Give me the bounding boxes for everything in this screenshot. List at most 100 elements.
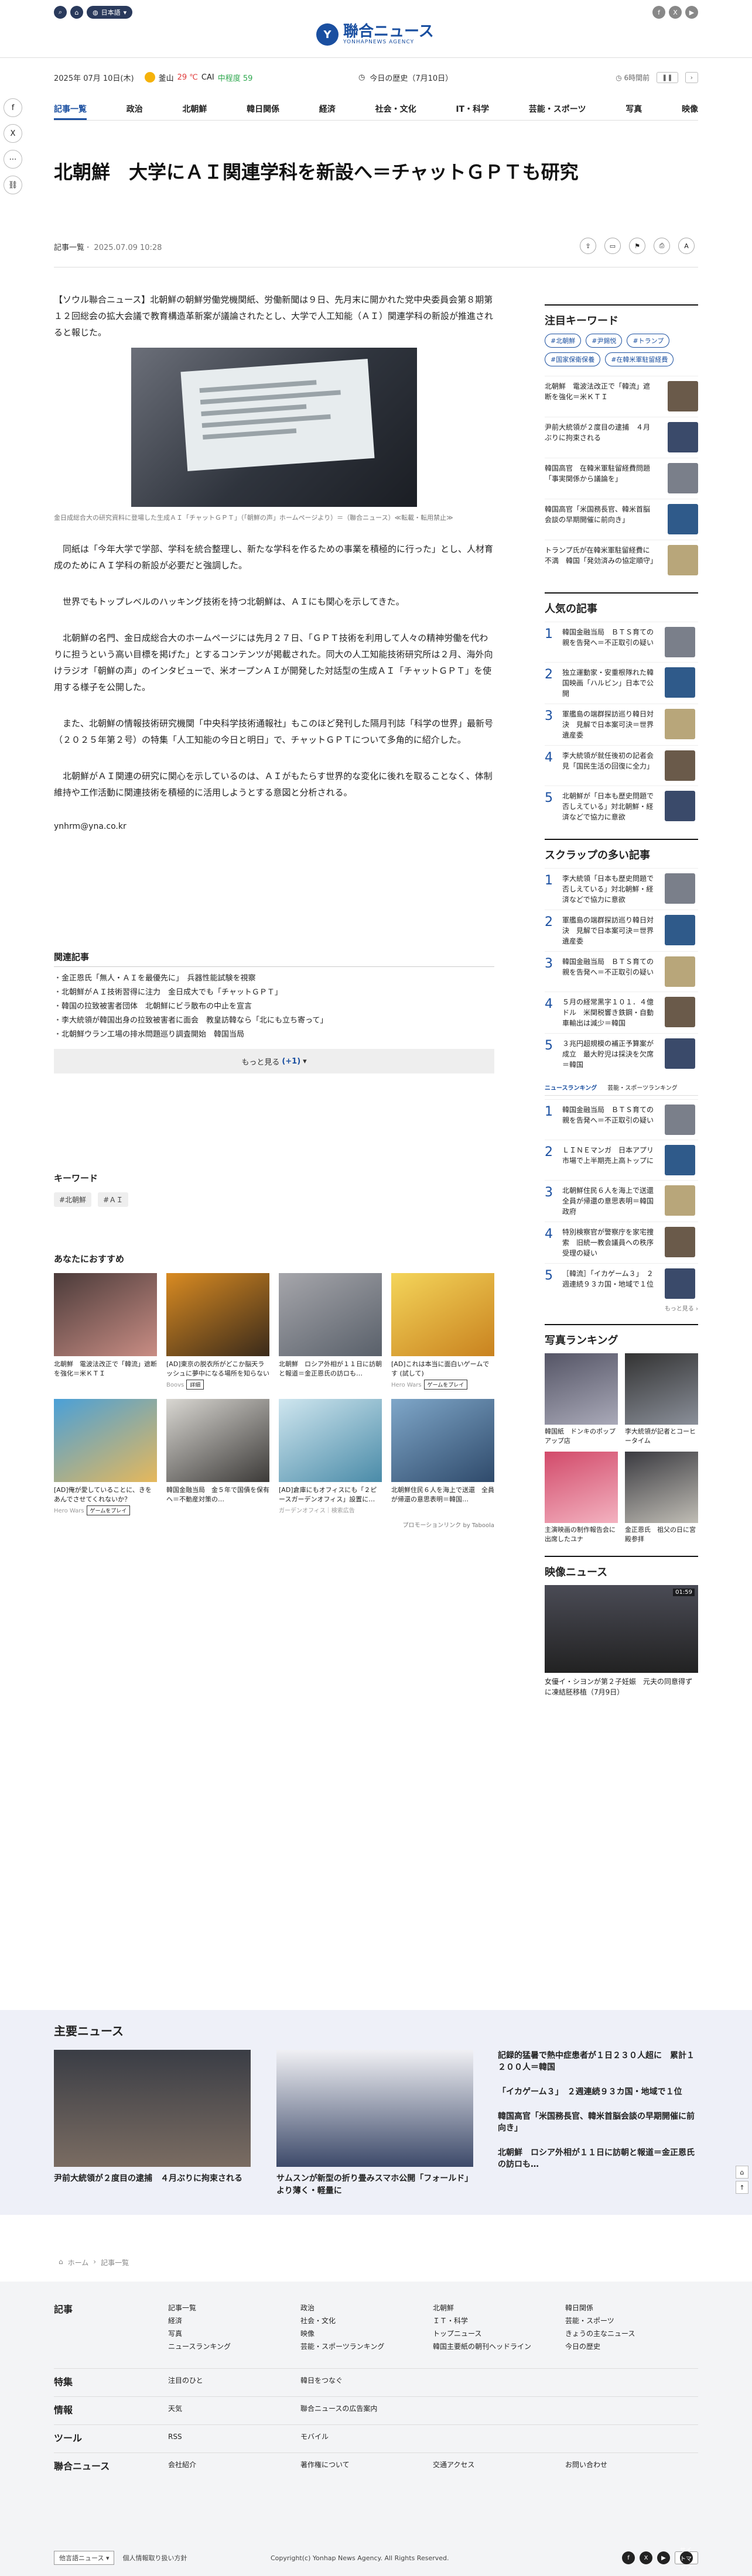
keyword-chip[interactable]: #ＡＩ	[98, 1192, 129, 1207]
today-history-link[interactable]: ◷ 今日の歴史（7月10日）	[358, 72, 453, 83]
breadcrumb-current[interactable]: 記事一覧	[101, 2258, 129, 2268]
recommend-card[interactable]: [AD]東京の脱衣所がどこか脳天ラッシュに夢中になる場所を知らない Boovs 詳細	[166, 1273, 269, 1390]
site-logo[interactable]: Y 聯合ニュース YONHAPNEWS AGENCY	[316, 23, 434, 46]
photo-ranking-item[interactable]: 李大統領が記者とコーヒータイム	[625, 1353, 698, 1446]
print-icon[interactable]: ⎙	[654, 238, 670, 254]
main-news-list-item[interactable]: 「イカゲーム３」 ２週連続９３カ国・地域で１位	[498, 2086, 698, 2098]
footer-link[interactable]	[565, 2430, 698, 2444]
related-item[interactable]: 韓国の拉致被害者団体 北朝鮮にビラ散布の中止を宣言	[54, 1000, 494, 1014]
home-icon[interactable]: ⌂	[70, 6, 83, 19]
hot-keyword-article[interactable]: 韓国高官 在韓米軍駐留経費問題「事実関係から議論を」	[545, 458, 698, 499]
main-news-list-item[interactable]: 韓国高官「米国務長官、韓米首脳会談の早期開催に前向き」	[498, 2111, 698, 2134]
facebook-icon[interactable]: f	[652, 6, 665, 19]
footer-link[interactable]: 韓日関係 芸能・スポーツ きょうの主なニュース 今日の歴史	[565, 2301, 698, 2353]
photo-ranking-item[interactable]: 韓国紙 ドンキのポップアップ店	[545, 1353, 618, 1446]
footer-link[interactable]	[433, 2374, 565, 2388]
ranking-article[interactable]: 4 特別検察官が警察庁を家宅捜索 旧統一教会議員への秩序受理の疑い	[545, 1222, 698, 1263]
footer-link[interactable]: お問い合わせ	[565, 2458, 698, 2472]
ranking-article[interactable]: 1 韓国金融当局 ＢＴＳ育ての親を告発へ＝不正取引の疑い	[545, 1099, 698, 1140]
scroll-up-icon[interactable]: ↑	[736, 2181, 748, 2194]
footer-link[interactable]	[565, 2402, 698, 2416]
tab-sports-ranking[interactable]: 芸能・スポーツランキング	[607, 1083, 678, 1092]
privacy-link[interactable]: 個人情報取り扱い方針	[122, 2553, 187, 2563]
x-icon[interactable]: X	[669, 6, 682, 19]
scrap-article[interactable]: 2 軍艦島の端群探訪巡り韓日対決 見解で日本案可決＝世界遺産委	[545, 910, 698, 951]
nav-item-video[interactable]: 映像	[682, 98, 698, 120]
breadcrumb-home[interactable]: ホーム	[68, 2258, 89, 2268]
sitemap-button[interactable]: サイトマップ	[675, 2547, 698, 2571]
recommend-cta-button[interactable]: ゲームをプレイ	[423, 1380, 468, 1390]
footer-link[interactable]: 政治 社会・文化 映像 芸能・スポーツランキング	[300, 2301, 433, 2353]
nav-item-north-korea[interactable]: 北朝鮮	[182, 98, 207, 120]
footer-link[interactable]: 北朝鮮 ＩＴ・科学 トップニュース 韓国主要紙の朝刊ヘッドライン	[433, 2301, 565, 2353]
recommend-card[interactable]: 韓国金融当局 金５年で国債を保有へ＝不動産対策の…	[166, 1399, 269, 1515]
nav-item-photo[interactable]: 写真	[625, 98, 642, 120]
nav-item-entertainment-sports[interactable]: 芸能・スポーツ	[529, 98, 586, 120]
recommend-card[interactable]: [AD]これは本当に面白いゲームです (試して) Hero Wars ゲームをプレイ	[391, 1273, 494, 1390]
related-item[interactable]: 李大統領が韓国出身の拉致被害者に面会 教皇訪韓なら「北にも立ち寄って」	[54, 1014, 494, 1028]
more-share-icon[interactable]: ⋯	[4, 150, 22, 169]
facebook-share-icon[interactable]: f	[4, 98, 22, 117]
reporter-email[interactable]: ynhrm@yna.co.kr	[54, 818, 494, 835]
hot-keyword-tag[interactable]: #北朝鮮	[545, 334, 582, 348]
nav-item-korea-japan[interactable]: 韓日関係	[247, 98, 279, 120]
main-news-card[interactable]: 尹前大統領が２度目の逮捕 ４月ぶりに拘束される	[54, 2050, 251, 2185]
scrap-article[interactable]: 4 ５月の経常黒字１０１．４億ドル 米関税響き鉄鋼・自動車輸出は減少＝韓国	[545, 992, 698, 1033]
recommend-card[interactable]: 北朝鮮 電波法改正で「韓流」遮断を強化＝米ＫＴＩ	[54, 1273, 157, 1390]
video-thumbnail[interactable]: 01:59	[545, 1585, 698, 1673]
recommend-card[interactable]: [AD]俺が愛していることに、きをあんでさせてくれないか？ Hero Wars ゲー…	[54, 1399, 157, 1515]
language-selector[interactable]: ◍ 日本語 ▾	[87, 6, 133, 19]
search-icon[interactable]: ⌕	[54, 6, 67, 19]
x-share-icon[interactable]: X	[4, 124, 22, 143]
popular-article[interactable]: 1 韓国金融当局 ＢＴＳ育ての親を告発へ＝不正取引の疑い	[545, 622, 698, 662]
next-button[interactable]: ›	[685, 71, 698, 83]
main-news-card[interactable]: サムスンが新型の折り畳みスマホ公開「フォールド」より薄く・軽量に	[276, 2050, 473, 2197]
popular-article[interactable]: 4 李大統領が就任後初の記者会見「国民生活の回復に全力」	[545, 745, 698, 786]
ranking-article[interactable]: 5 ［韓流］「イカゲーム３」 ２週連続９３カ国・地域で１位	[545, 1263, 698, 1304]
footer-link[interactable]: 韓日をつなぐ	[300, 2374, 433, 2388]
popular-article[interactable]: 3 軍艦島の端群探訪巡り韓日対決 見解で日本案可決＝世界遺産委	[545, 704, 698, 745]
recommend-card[interactable]: 北朝鮮住民６人を海上で送還 全員が帰還の意思表明＝韓国…	[391, 1399, 494, 1515]
hot-keyword-tag[interactable]: #在韓米軍駐留経費	[605, 352, 674, 366]
bookmark-icon[interactable]: ⚑	[629, 238, 645, 254]
footer-link[interactable]: 記事一覧 経済 写真 ニュースランキング	[168, 2301, 300, 2353]
more-button[interactable]: もっと見る (+1) ▾	[54, 1049, 494, 1073]
nav-item-politics[interactable]: 政治	[127, 98, 143, 120]
recommend-card[interactable]: [AD]倉庫にもオフィスにも「２ピースガーデンオフィス」設置に… ガーデンオフィス…	[279, 1399, 382, 1515]
scroll-top-icon[interactable]: ⌂	[736, 2166, 748, 2179]
footer-link[interactable]	[433, 2430, 565, 2444]
article-category[interactable]: 記事一覧	[54, 243, 84, 252]
hot-keyword-tag[interactable]: #国家保衛保養	[545, 352, 601, 366]
related-item[interactable]: 北朝鮮ウラン工場の排水問題巡り調査開始 韓国当局	[54, 1028, 494, 1042]
footer-link[interactable]: モバイル	[300, 2430, 433, 2444]
footer-link[interactable]	[433, 2402, 565, 2416]
recommend-cta-button[interactable]: 詳細	[186, 1380, 204, 1390]
hot-keyword-article[interactable]: トランプ氏が在韓米軍駐留経費に不満 韓国「発効済みの協定順守」	[545, 540, 698, 581]
ranking-article[interactable]: 3 北朝鮮住民６人を海上で送還 全員が帰還の意思表明＝韓国政府	[545, 1180, 698, 1222]
popular-article[interactable]: 5 北朝鮮が「日本も歴史問題で否しえている」対北朝鮮・経済などで協力に意欲	[545, 786, 698, 827]
tab-news-ranking[interactable]: ニュースランキング	[545, 1083, 597, 1092]
photo-ranking-item[interactable]: 金正恩氏 祖父の日に宮殿参拝	[625, 1452, 698, 1544]
share-icon[interactable]: ⇪	[580, 238, 596, 254]
nav-item-society-culture[interactable]: 社会・文化	[375, 98, 416, 120]
scrap-article[interactable]: 5 ３兆円超規模の補正予算案が成立 最大貯児は採決を欠席＝韓国	[545, 1033, 698, 1075]
x-icon[interactable]: X	[640, 2551, 652, 2564]
recommend-card[interactable]: 北朝鮮 ロシア外相が１１日に訪朝と報道＝金正恩氏の訪ロも…	[279, 1273, 382, 1390]
main-news-list-item[interactable]: 記録的猛暑で熱中症患者が１日２３０人超に 累計１２００人＝韓国	[498, 2050, 698, 2073]
article-photo[interactable]	[131, 348, 417, 507]
promotion-link[interactable]: プロモーションリンク by Taboola	[54, 1520, 495, 1529]
footer-link[interactable]	[565, 2374, 698, 2388]
language-site-select[interactable]: 他言語ニュース ▾	[54, 2551, 115, 2565]
scrap-icon[interactable]: ▭	[604, 238, 621, 254]
youtube-icon[interactable]: ▶	[657, 2551, 670, 2564]
nav-item-economy[interactable]: 経済	[319, 98, 336, 120]
related-item[interactable]: 北朝鮮がＡＩ技術習得に注力 金日成大でも「チャットＧＰＴ」	[54, 986, 494, 1000]
footer-link[interactable]: 注目のひと	[168, 2374, 300, 2388]
home-icon[interactable]: ⌂	[59, 2258, 63, 2268]
nav-item-all-articles[interactable]: 記事一覧	[54, 98, 87, 120]
footer-link[interactable]: 著作権について	[300, 2458, 433, 2472]
footer-link[interactable]: RSS	[168, 2430, 300, 2444]
popular-article[interactable]: 2 独立運動家・安重根隊れた韓国映画「ハルビン」日本で公開	[545, 662, 698, 704]
hot-keyword-article[interactable]: 尹前大統領が２度目の逮捕 ４月ぶりに拘束される	[545, 417, 698, 458]
footer-link[interactable]: 交通アクセス	[433, 2458, 565, 2472]
